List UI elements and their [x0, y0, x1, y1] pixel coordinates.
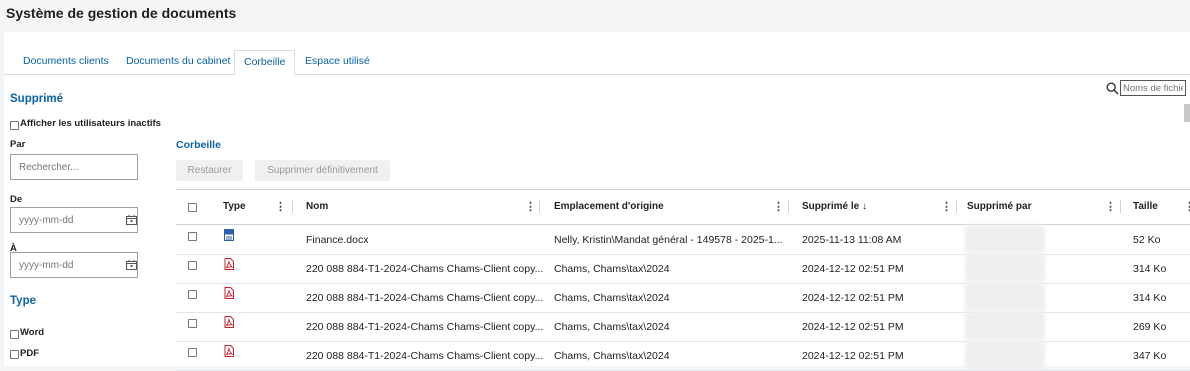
location-cell: Chams, Chams\tax\2024 — [554, 321, 670, 333]
file-name-cell[interactable]: 220 088 884-T1-2024-Chams Chams-Client c… — [306, 350, 543, 362]
size-cell: 347 Ko — [1133, 350, 1167, 362]
table-row[interactable]: 220 088 884-T1-2024-Chams Chams-Client c… — [176, 254, 1190, 284]
word-file-icon — [224, 229, 234, 241]
col-location-menu-icon[interactable]: ⋮ — [773, 200, 784, 213]
location-cell: Chams, Chams\tax\2024 — [554, 350, 670, 362]
col-divider — [292, 200, 293, 213]
tab-firm-documents[interactable]: Documents du cabinet — [117, 50, 239, 73]
row-checkbox[interactable] — [188, 348, 197, 357]
size-cell: 52 Ko — [1133, 234, 1161, 246]
size-cell: 314 Ko — [1133, 292, 1167, 304]
table-row[interactable]: 220 088 884-T1-2024-Chams Chams-Client c… — [176, 341, 1190, 371]
page-title: Système de gestion de documents — [6, 5, 237, 21]
scrollbar-thumb[interactable] — [1184, 104, 1190, 122]
col-type-menu-icon[interactable]: ⋮ — [275, 200, 286, 213]
word-checkbox[interactable] — [10, 330, 19, 339]
deleted-on-cell: 2025-11-13 11:08 AM — [802, 234, 902, 246]
deleted-filter-title: Supprimé — [10, 93, 64, 105]
by-label: Par — [10, 139, 26, 150]
calendar-icon[interactable] — [126, 215, 137, 225]
deleted-by-redacted — [965, 283, 1045, 311]
delete-permanently-button[interactable]: Supprimer définitivement — [255, 160, 390, 181]
row-checkbox[interactable] — [188, 290, 197, 299]
deleted-by-redacted — [965, 225, 1045, 253]
from-label: De — [10, 194, 23, 205]
col-divider — [539, 200, 540, 213]
pdf-option-label: PDF — [20, 348, 39, 359]
table-row[interactable]: 220 088 884-T1-2024-Chams Chams-Client c… — [176, 312, 1190, 342]
tab-client-documents[interactable]: Documents clients — [14, 50, 118, 73]
show-inactive-label: Afficher les utilisateurs inactifs — [20, 118, 161, 129]
col-type[interactable]: Type — [223, 201, 246, 212]
by-search-input[interactable] — [10, 154, 138, 180]
file-name-cell[interactable]: 220 088 884-T1-2024-Chams Chams-Client c… — [306, 263, 543, 275]
deleted-by-redacted — [965, 312, 1045, 340]
table-row[interactable]: Finance.docx Nelly, Kristin\Mandat généra… — [176, 225, 1190, 255]
tab-bar: Documents clients Documents du cabinet C… — [4, 50, 1190, 75]
table-row[interactable]: 220 088 884-T1-2024-Chams Chams-Client c… — [176, 283, 1190, 313]
tab-trash[interactable]: Corbeille — [234, 50, 296, 75]
col-divider — [956, 200, 957, 213]
col-deleted-on-label: Supprimé le — [802, 201, 860, 212]
row-checkbox[interactable] — [188, 319, 197, 328]
file-name-cell[interactable]: 220 088 884-T1-2024-Chams Chams-Client c… — [306, 292, 543, 304]
pdf-file-icon — [224, 316, 234, 328]
deleted-by-redacted — [965, 341, 1045, 369]
calendar-icon[interactable] — [126, 260, 137, 270]
from-date-input[interactable] — [10, 207, 138, 233]
location-cell: Nelly, Kristin\Mandat général - 149578 -… — [554, 234, 783, 246]
main-panel: Documents clients Documents du cabinet C… — [4, 32, 1190, 371]
search-icon[interactable] — [1106, 82, 1119, 95]
word-option-label: Word — [20, 327, 45, 338]
deleted-on-cell: 2024-12-12 02:51 PM — [802, 350, 904, 362]
col-deleted-on-menu-icon[interactable]: ⋮ — [941, 200, 952, 213]
trash-table: Type ⋮ Nom ⋮ Emplacement d'origine ⋮ Sup… — [176, 189, 1190, 371]
row-checkbox[interactable] — [188, 232, 197, 241]
col-deleted-on[interactable]: Supprimé le ↓ — [802, 201, 867, 212]
col-divider — [1120, 200, 1121, 213]
deleted-on-cell: 2024-12-12 02:51 PM — [802, 263, 904, 275]
col-divider — [788, 200, 789, 213]
deleted-on-cell: 2024-12-12 02:51 PM — [802, 292, 904, 304]
col-location[interactable]: Emplacement d'origine — [554, 201, 664, 212]
size-cell: 314 Ko — [1133, 263, 1167, 275]
to-date-input[interactable] — [10, 252, 138, 278]
pdf-file-icon — [224, 287, 234, 299]
col-name[interactable]: Nom — [306, 201, 328, 212]
col-size-menu-icon[interactable]: ⋮ — [1184, 200, 1190, 213]
table-header: Type ⋮ Nom ⋮ Emplacement d'origine ⋮ Sup… — [176, 190, 1190, 225]
pdf-file-icon — [224, 258, 234, 270]
restore-button[interactable]: Restaurer — [176, 160, 243, 181]
pdf-checkbox[interactable] — [10, 350, 19, 359]
show-inactive-checkbox[interactable] — [10, 121, 19, 130]
col-name-menu-icon[interactable]: ⋮ — [525, 200, 536, 213]
col-deleted-by[interactable]: Supprimé par — [967, 201, 1031, 212]
pdf-file-icon — [224, 345, 234, 357]
location-cell: Chams, Chams\tax\2024 — [554, 292, 670, 304]
type-filter-title: Type — [10, 295, 36, 307]
col-deleted-by-menu-icon[interactable]: ⋮ — [1105, 200, 1116, 213]
select-all-checkbox[interactable] — [188, 203, 197, 212]
filename-search-input[interactable] — [1120, 80, 1186, 96]
row-checkbox[interactable] — [188, 261, 197, 270]
deleted-on-cell: 2024-12-12 02:51 PM — [802, 321, 904, 333]
tab-space-used[interactable]: Espace utilisé — [296, 50, 379, 73]
sort-desc-icon: ↓ — [862, 201, 868, 212]
deleted-by-redacted — [965, 254, 1045, 282]
file-name-cell[interactable]: 220 088 884-T1-2024-Chams Chams-Client c… — [306, 321, 543, 333]
col-size[interactable]: Taille — [1133, 201, 1158, 212]
trash-section-title: Corbeille — [176, 139, 221, 151]
file-name-cell[interactable]: Finance.docx — [306, 234, 368, 246]
size-cell: 269 Ko — [1133, 321, 1167, 333]
location-cell: Chams, Chams\tax\2024 — [554, 263, 670, 275]
